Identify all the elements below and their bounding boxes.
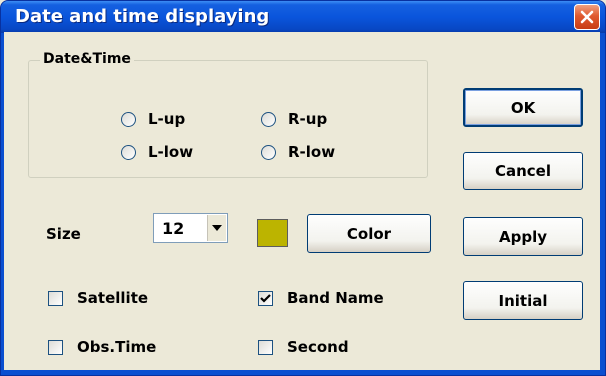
checkbox-satellite[interactable]: Satellite (48, 289, 148, 307)
checkbox-label: Obs.Time (77, 338, 157, 356)
radio-r-up[interactable]: R-up (261, 110, 327, 128)
checkmark-icon (260, 293, 271, 303)
size-select[interactable]: 12 (153, 213, 228, 243)
color-button[interactable]: Color (307, 214, 431, 253)
radio-label: R-up (288, 110, 328, 128)
radio-circle[interactable] (261, 111, 276, 127)
close-button[interactable] (574, 4, 600, 30)
checkbox-box[interactable] (48, 339, 63, 355)
checkbox-label: Band Name (287, 289, 384, 307)
chevron-down-icon (212, 225, 222, 231)
initial-button[interactable]: Initial (463, 281, 583, 320)
radio-label: L-low (148, 143, 194, 161)
checkbox-box[interactable] (258, 339, 273, 355)
datetime-groupbox (28, 60, 428, 178)
title-bar[interactable]: Date and time displaying (1, 1, 605, 33)
size-label: Size (46, 225, 81, 243)
radio-l-up[interactable]: L-up (121, 110, 185, 128)
checkbox-label: Second (287, 338, 349, 356)
radio-label: R-low (288, 143, 336, 161)
radio-r-low[interactable]: R-low (261, 143, 335, 161)
checkbox-second[interactable]: Second (258, 338, 349, 356)
apply-button[interactable]: Apply (463, 217, 583, 256)
checkbox-obs-time[interactable]: Obs.Time (48, 338, 156, 356)
window-title: Date and time displaying (15, 6, 270, 27)
radio-l-low[interactable]: L-low (121, 143, 193, 161)
radio-circle[interactable] (261, 144, 276, 160)
close-icon (580, 10, 594, 24)
radio-circle[interactable] (121, 111, 136, 127)
checkbox-band-name[interactable]: Band Name (258, 289, 384, 307)
checkbox-label: Satellite (77, 289, 149, 307)
color-swatch (257, 219, 288, 247)
size-value: 12 (162, 219, 185, 238)
checkbox-box[interactable] (48, 290, 63, 306)
cancel-button[interactable]: Cancel (463, 152, 583, 190)
radio-circle[interactable] (121, 144, 136, 160)
checkbox-box[interactable] (258, 290, 273, 306)
ok-button[interactable]: OK (463, 88, 583, 127)
datetime-group-label: Date&Time (40, 51, 134, 67)
radio-label: L-up (148, 110, 186, 128)
size-dropdown-button[interactable] (207, 215, 226, 241)
